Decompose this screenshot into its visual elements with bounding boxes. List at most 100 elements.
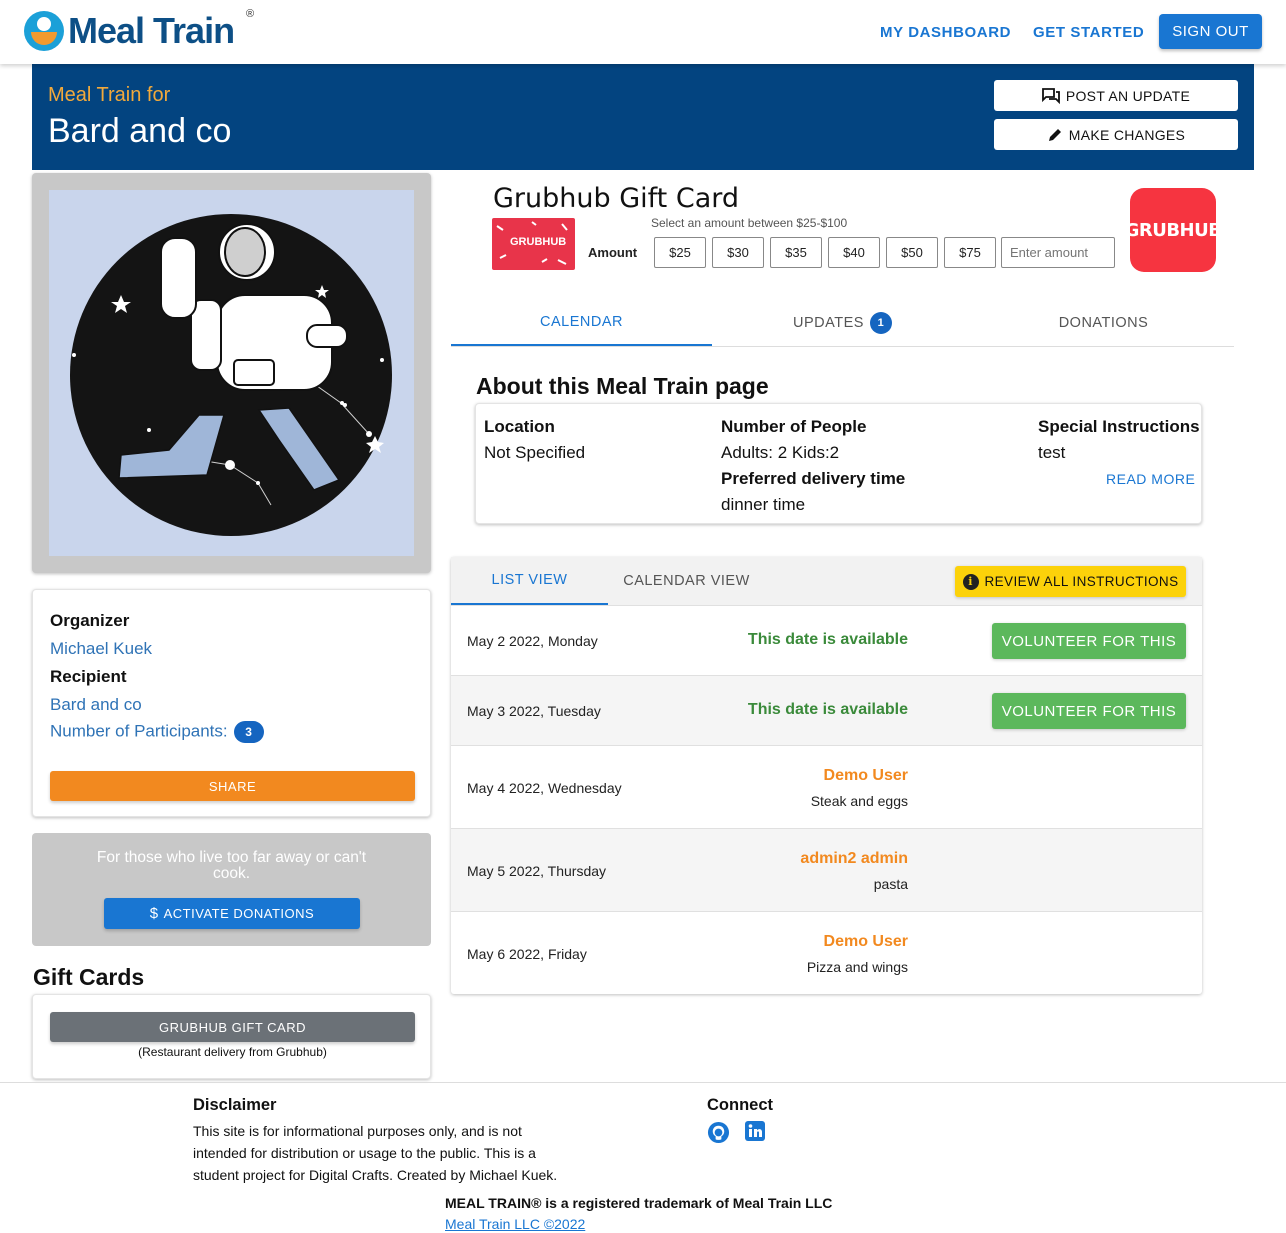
location-label: Location — [484, 417, 555, 436]
copyright-link[interactable]: Meal Train LLC ©2022 — [445, 1216, 585, 1232]
footer: Disclaimer This site is for informationa… — [0, 1082, 1286, 1233]
pencil-icon — [1048, 128, 1061, 141]
grubhub-card-text: GRUBHUB — [510, 236, 567, 248]
grubhub-widget-title: Grubhub Gift Card — [493, 183, 740, 214]
linkedin-icon[interactable] — [745, 1121, 765, 1141]
main-tabs: CALENDAR UPDATES 1 DONATIONS — [451, 300, 1234, 347]
schedule-row: May 5 2022, Thursday admin2 admin pasta — [451, 828, 1202, 911]
gift-cards-heading: Gift Cards — [33, 964, 145, 990]
row-date: May 6 2022, Friday — [467, 946, 587, 962]
instructions-label: Special Instructions — [1038, 417, 1200, 436]
row-meal: pasta — [873, 876, 908, 892]
about-heading: About this Meal Train page — [476, 373, 769, 399]
participants-count-badge: 3 — [233, 721, 264, 743]
review-instructions-button[interactable]: i REVIEW ALL INSTRUCTIONS — [955, 566, 1186, 597]
row-date: May 5 2022, Thursday — [467, 863, 607, 879]
share-button[interactable]: SHARE — [50, 771, 415, 801]
tab-donations[interactable]: DONATIONS — [973, 300, 1234, 346]
tab-calendar[interactable]: CALENDAR — [451, 300, 712, 346]
logo-text: Meal Train — [68, 10, 235, 51]
github-icon[interactable] — [707, 1121, 730, 1144]
tab-calendar-view[interactable]: CALENDAR VIEW — [608, 557, 765, 605]
row-status: This date is available — [747, 701, 908, 718]
amount-25-button[interactable]: $25 — [654, 237, 706, 268]
amount-75-button[interactable]: $75 — [944, 237, 996, 268]
grubhub-card-image: GRUBHUB — [492, 218, 575, 270]
review-instructions-label: REVIEW ALL INSTRUCTIONS — [984, 574, 1179, 589]
recipient-photo — [49, 190, 414, 556]
row-volunteer-name: admin2 admin — [800, 850, 908, 867]
participants-link[interactable]: Number of Participants: 3 — [50, 721, 264, 743]
row-volunteer-name: Demo User — [823, 767, 908, 784]
astronaut-illustration — [70, 214, 392, 536]
amount-35-button[interactable]: $35 — [770, 237, 822, 268]
row-volunteer-name: Demo User — [823, 933, 908, 950]
participants-label: Number of Participants: — [50, 721, 228, 741]
amount-40-button[interactable]: $40 — [828, 237, 880, 268]
grubhub-gift-card-button[interactable]: GRUBHUB GIFT CARD — [50, 1012, 415, 1042]
activate-donations-label: ACTIVATE DONATIONS — [163, 906, 315, 921]
row-status: This date is available — [747, 631, 908, 648]
amount-label: Amount — [588, 245, 638, 260]
row-date: May 2 2022, Monday — [467, 633, 598, 649]
nav-get-started[interactable]: GET STARTED — [1033, 24, 1144, 41]
organizer-label: Organizer — [50, 611, 130, 630]
schedule-row: May 3 2022, Tuesday This date is availab… — [451, 675, 1202, 745]
volunteer-button[interactable]: VOLUNTEER FOR THIS — [992, 693, 1186, 729]
logo-icon — [24, 11, 64, 51]
sign-out-button[interactable]: SIGN OUT — [1159, 14, 1262, 49]
post-update-label: POST AN UPDATE — [1065, 87, 1191, 104]
delivery-value: dinner time — [721, 495, 806, 514]
amount-30-button[interactable]: $30 — [712, 237, 764, 268]
recipient-label: Recipient — [50, 667, 127, 686]
banner-title: Bard and co — [48, 112, 232, 150]
tab-updates-label: UPDATES — [793, 315, 864, 331]
location-value: Not Specified — [484, 443, 586, 462]
disclaimer-heading: Disclaimer — [193, 1096, 277, 1114]
gift-cards-card: GRUBHUB GIFT CARD (Restaurant delivery f… — [32, 994, 431, 1079]
activate-donations-button[interactable]: $ ACTIVATE DONATIONS — [104, 898, 360, 929]
recipient-link[interactable]: Bard and co — [50, 695, 142, 715]
donations-text: For those who live too far away or can't… — [96, 849, 367, 882]
about-card: Location Not Specified Number of People … — [475, 403, 1202, 524]
delivery-label: Preferred delivery time — [721, 469, 906, 488]
row-date: May 4 2022, Wednesday — [467, 780, 622, 796]
connect-heading: Connect — [707, 1096, 773, 1114]
read-more-link[interactable]: READ MORE — [1106, 471, 1195, 487]
banner-subtitle: Meal Train for — [48, 84, 171, 106]
top-navbar: Meal Train ® MY DASHBOARD GET STARTED SI… — [0, 0, 1286, 64]
donations-box: For those who live too far away or can't… — [32, 833, 431, 946]
info-icon: i — [962, 573, 979, 590]
amount-hint: Select an amount between $25-$100 — [651, 216, 848, 230]
tab-updates[interactable]: UPDATES 1 — [712, 300, 973, 346]
organizer-card: Organizer Michael Kuek Recipient Bard an… — [32, 589, 431, 817]
volunteer-button[interactable]: VOLUNTEER FOR THIS — [992, 623, 1186, 659]
tab-list-view[interactable]: LIST VIEW — [451, 557, 608, 605]
organizer-link[interactable]: Michael Kuek — [50, 639, 152, 659]
schedule-row: May 6 2022, Friday Demo User Pizza and w… — [451, 911, 1202, 994]
chat-icon — [1041, 87, 1060, 104]
registered-mark: ® — [246, 8, 255, 20]
make-changes-button[interactable]: MAKE CHANGES — [994, 119, 1238, 150]
meal-train-logo[interactable]: Meal Train ® — [24, 8, 254, 52]
make-changes-label: MAKE CHANGES — [1068, 126, 1186, 143]
trademark-text: MEAL TRAIN® is a registered trademark of… — [445, 1195, 833, 1211]
schedule-row: May 4 2022, Wednesday Demo User Steak an… — [451, 745, 1202, 828]
nav-my-dashboard[interactable]: MY DASHBOARD — [880, 24, 1011, 41]
train-banner: Meal Train for Bard and co POST AN UPDAT… — [32, 64, 1254, 170]
gift-card-subtitle: (Restaurant delivery from Grubhub) — [138, 1045, 327, 1059]
view-tabs: LIST VIEW CALENDAR VIEW i REVIEW ALL INS… — [451, 557, 1202, 605]
amount-50-button[interactable]: $50 — [886, 237, 938, 268]
post-update-button[interactable]: POST AN UPDATE — [994, 80, 1238, 111]
row-date: May 3 2022, Tuesday — [467, 703, 601, 719]
grubhub-logo: GRUBHUB — [1125, 188, 1222, 272]
dollar-icon: $ — [149, 905, 159, 922]
row-meal: Pizza and wings — [806, 959, 908, 975]
disclaimer-text: This site is for informational purposes … — [193, 1123, 558, 1183]
schedule-row: May 2 2022, Monday This date is availabl… — [451, 605, 1202, 675]
custom-amount-input[interactable] — [1001, 237, 1115, 268]
recipient-photo-frame — [32, 173, 431, 573]
people-label: Number of People — [721, 417, 867, 436]
people-value: Adults: 2 Kids:2 — [721, 443, 840, 462]
instructions-value: test — [1038, 443, 1066, 462]
